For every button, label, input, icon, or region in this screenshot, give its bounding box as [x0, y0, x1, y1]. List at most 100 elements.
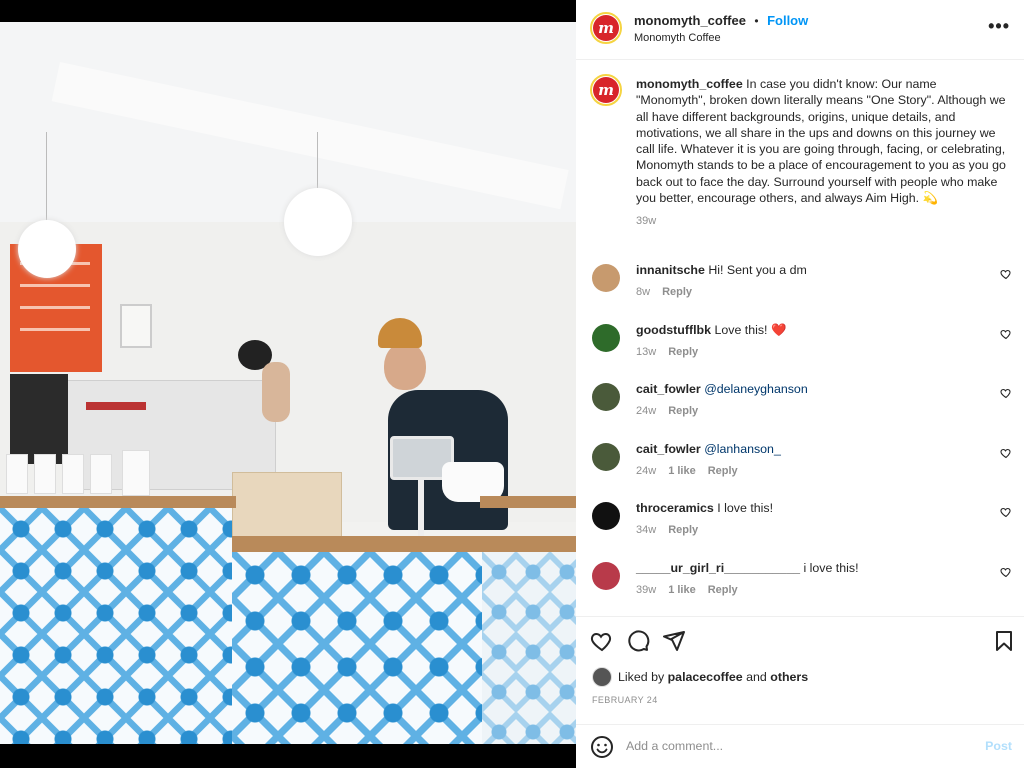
lamp-cord [46, 132, 47, 222]
comment-body: innanitsche Hi! Sent you a dm [636, 263, 807, 277]
coffee-bag [90, 454, 112, 494]
comment-like-heart-icon[interactable] [1000, 566, 1012, 578]
comment-age[interactable]: 24w [636, 465, 656, 477]
caption-age: 39w [636, 215, 657, 228]
comment-row: goodstufflbk Love this! ❤️ 13w Reply [576, 320, 1024, 370]
comment-input[interactable]: Add a comment... [626, 739, 723, 753]
comment-icon[interactable] [626, 629, 650, 653]
tile-counter-side [482, 552, 576, 744]
post-date[interactable]: FEBRUARY 24 [592, 695, 658, 705]
comment-age[interactable]: 13w [636, 346, 656, 358]
brand-logo: m [593, 77, 619, 103]
comment-meta: 13w Reply [636, 346, 710, 358]
comment-body: cait_fowler @delaneyghanson [636, 382, 808, 396]
pendant-lamp [18, 220, 76, 278]
barista-face [384, 342, 426, 390]
post-header: m monomyth_coffee • Follow Monomyth Coff… [576, 0, 1024, 60]
comment-age[interactable]: 24w [636, 405, 656, 417]
more-icon[interactable]: ••• [988, 16, 1010, 37]
commenter-username[interactable]: goodstufflbk [636, 323, 711, 337]
post-button[interactable]: Post [985, 739, 1012, 753]
comment-like-heart-icon[interactable] [1000, 506, 1012, 518]
comment-mention[interactable]: @lanhanson_ [704, 442, 781, 456]
tablet-stand [418, 480, 424, 536]
post-sidebar: m monomyth_coffee • Follow Monomyth Coff… [576, 0, 1024, 768]
post-caption: monomyth_coffee In case you didn't know:… [636, 76, 1006, 230]
comment-row: throceramics I love this! 34w Reply [576, 498, 1024, 548]
comment-like-heart-icon[interactable] [1000, 387, 1012, 399]
liker-avatar[interactable] [592, 667, 612, 687]
likes-prefix: Liked by [618, 670, 665, 684]
grinder [10, 374, 68, 464]
reply-button[interactable]: Reply [708, 584, 738, 596]
commenter-avatar[interactable] [592, 264, 620, 292]
reply-button[interactable]: Reply [668, 346, 698, 358]
commenter-username[interactable]: innanitsche [636, 263, 705, 277]
post-location[interactable]: Monomyth Coffee [634, 32, 721, 44]
comment-mention[interactable]: @delaneyghanson [704, 382, 808, 396]
author-line: monomyth_coffee • Follow [634, 12, 808, 30]
heart-icon[interactable] [590, 629, 614, 653]
commenter-username[interactable]: cait_fowler [636, 382, 701, 396]
add-comment-bar: Add a comment... Post [576, 724, 1024, 768]
bookmark-icon[interactable] [992, 629, 1016, 653]
menu-line [20, 284, 90, 287]
lamp-cord [317, 132, 318, 192]
reply-button[interactable]: Reply [708, 465, 738, 477]
reply-button[interactable]: Reply [662, 286, 692, 298]
likes-summary: Liked by palacecoffee and others [592, 667, 808, 687]
commenter-avatar[interactable] [592, 383, 620, 411]
reply-button[interactable]: Reply [668, 524, 698, 536]
comment-row: cait_fowler @delaneyghanson 24w Reply [576, 379, 1024, 429]
countertop [480, 496, 576, 508]
comment-meta: 8w Reply [636, 286, 704, 298]
comment-likes[interactable]: 1 like [668, 584, 696, 596]
wooden-box [232, 472, 342, 540]
comment-like-heart-icon[interactable] [1000, 268, 1012, 280]
commenter-username[interactable]: _____ur_girl_ri___________ [636, 561, 800, 575]
comment-likes[interactable]: 1 like [668, 465, 696, 477]
separator-dot: • [754, 14, 759, 28]
comment-age[interactable]: 8w [636, 286, 650, 298]
caption-text: In case you didn't know: Our name "Monom… [636, 77, 1006, 206]
comment-age[interactable]: 39w [636, 584, 656, 596]
reply-button[interactable]: Reply [668, 405, 698, 417]
commenter-avatar[interactable] [592, 323, 620, 352]
caption-avatar[interactable]: m [590, 74, 622, 106]
menu-line [20, 306, 90, 309]
commenter-avatar[interactable] [592, 561, 620, 590]
comment-text: I love this! [717, 501, 774, 515]
comment-like-heart-icon[interactable] [1000, 447, 1012, 459]
action-bar: Liked by palacecoffee and others FEBRUAR… [576, 616, 1024, 724]
pendant-lamp [284, 188, 352, 256]
comment-like-heart-icon[interactable] [1000, 328, 1012, 340]
commenter-username[interactable]: cait_fowler [636, 442, 701, 456]
emoji-icon[interactable] [590, 735, 614, 759]
likes-others-link[interactable]: others [770, 670, 808, 684]
comment-text: i love this! [803, 560, 859, 575]
post-media[interactable] [0, 0, 576, 768]
cafe-photo[interactable] [0, 22, 576, 744]
caption-username[interactable]: monomyth_coffee [636, 77, 743, 91]
likes-middle: and [746, 670, 767, 684]
follow-button[interactable]: Follow [767, 13, 808, 28]
comment-text: Love this! ❤️ [714, 322, 787, 337]
liker-username[interactable]: palacecoffee [668, 670, 743, 684]
comment-meta: 39w 1 like Reply [636, 584, 750, 596]
author-username[interactable]: monomyth_coffee [634, 13, 746, 28]
comment-row: cait_fowler @lanhanson_ 24w 1 like Reply [576, 439, 1024, 489]
commenter-avatar[interactable] [592, 442, 620, 471]
comment-age[interactable]: 34w [636, 524, 656, 536]
comment-row: _____ur_girl_ri___________ i love this! 3… [576, 558, 1024, 608]
second-barista [262, 362, 290, 422]
tile-counter-front [232, 552, 482, 744]
commenter-avatar[interactable] [592, 502, 620, 530]
coffee-bag [6, 454, 28, 494]
coffee-bag [34, 454, 56, 494]
menu-line [20, 328, 90, 331]
commenter-username[interactable]: throceramics [636, 501, 714, 515]
brand-logo: m [593, 15, 619, 41]
share-icon[interactable] [662, 629, 686, 653]
comment-body: _____ur_girl_ri___________ i love this! [636, 561, 859, 575]
author-avatar[interactable]: m [590, 12, 622, 44]
